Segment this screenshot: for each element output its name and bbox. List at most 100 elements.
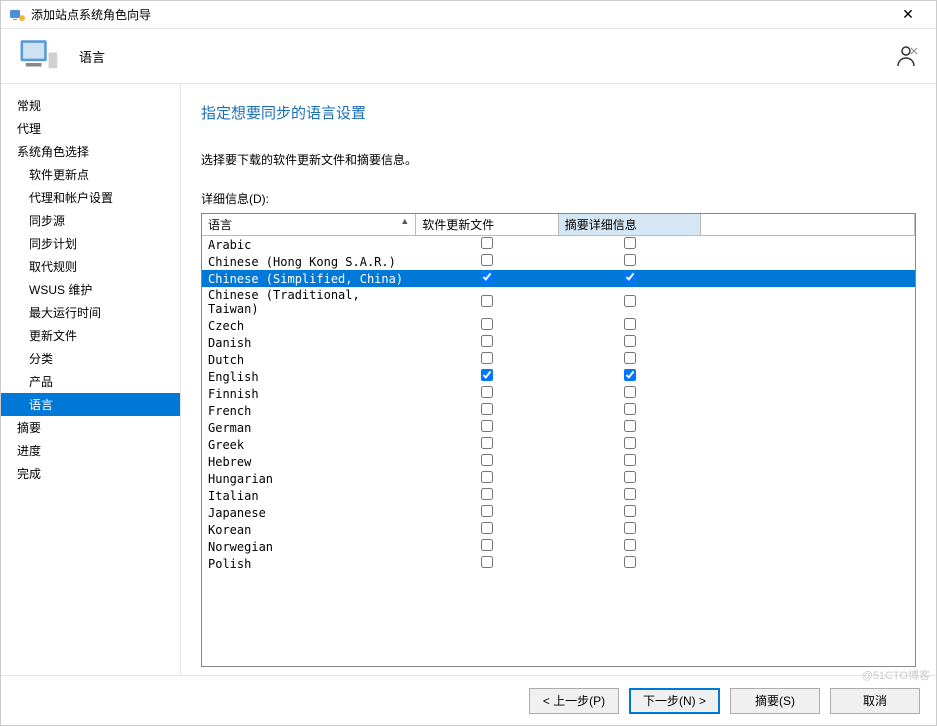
table-row[interactable]: Polish — [202, 555, 915, 572]
files-checkbox[interactable] — [481, 386, 493, 398]
col-files[interactable]: 软件更新文件 — [416, 214, 559, 236]
files-checkbox[interactable] — [481, 271, 493, 283]
table-row[interactable]: Hungarian — [202, 470, 915, 487]
table-row[interactable]: Italian — [202, 487, 915, 504]
summary-checkbox[interactable] — [624, 369, 636, 381]
table-row[interactable]: Danish — [202, 334, 915, 351]
summary-button[interactable]: 摘要(S) — [730, 688, 820, 714]
lang-cell: Czech — [202, 317, 416, 334]
prev-button[interactable]: < 上一步(P) — [529, 688, 619, 714]
table-row[interactable]: Japanese — [202, 504, 915, 521]
col-language[interactable]: 语言▲ — [202, 214, 416, 236]
table-row[interactable]: Dutch — [202, 351, 915, 368]
table-row[interactable]: Chinese (Traditional, Taiwan) — [202, 287, 915, 317]
col-spacer — [701, 214, 915, 236]
lang-cell: Korean — [202, 521, 416, 538]
summary-checkbox[interactable] — [624, 271, 636, 283]
table-row[interactable]: German — [202, 419, 915, 436]
files-checkbox[interactable] — [481, 254, 493, 266]
detail-label: 详细信息(D): — [201, 190, 916, 207]
summary-checkbox[interactable] — [624, 403, 636, 415]
sidebar-item-12[interactable]: 产品 — [1, 370, 180, 393]
sidebar-item-6[interactable]: 同步计划 — [1, 232, 180, 255]
sidebar-item-2[interactable]: 系统角色选择 — [1, 140, 180, 163]
files-checkbox[interactable] — [481, 403, 493, 415]
summary-checkbox[interactable] — [624, 237, 636, 249]
table-row[interactable]: Czech — [202, 317, 915, 334]
table-row[interactable]: Korean — [202, 521, 915, 538]
files-checkbox[interactable] — [481, 471, 493, 483]
sidebar-item-15[interactable]: 进度 — [1, 439, 180, 462]
close-button[interactable]: ✕ — [888, 1, 928, 28]
sidebar-item-3[interactable]: 软件更新点 — [1, 163, 180, 186]
summary-checkbox[interactable] — [624, 556, 636, 568]
table-row[interactable]: Norwegian — [202, 538, 915, 555]
sidebar-item-10[interactable]: 更新文件 — [1, 324, 180, 347]
files-checkbox[interactable] — [481, 488, 493, 500]
lang-cell: Italian — [202, 487, 416, 504]
sidebar-item-8[interactable]: WSUS 维护 — [1, 278, 180, 301]
files-checkbox[interactable] — [481, 420, 493, 432]
table-row[interactable]: Arabic — [202, 236, 915, 254]
cancel-button[interactable]: 取消 — [830, 688, 920, 714]
files-checkbox[interactable] — [481, 505, 493, 517]
body: 常规代理系统角色选择软件更新点代理和帐户设置同步源同步计划取代规则WSUS 维护… — [1, 84, 936, 675]
summary-checkbox[interactable] — [624, 471, 636, 483]
table-row[interactable]: Hebrew — [202, 453, 915, 470]
language-table: 语言▲ 软件更新文件 摘要详细信息 ArabicChinese (Hong Ko… — [202, 214, 915, 572]
table-row[interactable]: Finnish — [202, 385, 915, 402]
files-checkbox[interactable] — [481, 237, 493, 249]
next-button[interactable]: 下一步(N) > — [629, 688, 720, 714]
summary-checkbox[interactable] — [624, 335, 636, 347]
footer: < 上一步(P) 下一步(N) > 摘要(S) 取消 — [1, 675, 936, 725]
files-checkbox[interactable] — [481, 556, 493, 568]
files-checkbox[interactable] — [481, 352, 493, 364]
files-checkbox[interactable] — [481, 335, 493, 347]
table-row[interactable]: French — [202, 402, 915, 419]
table-scroll[interactable]: 语言▲ 软件更新文件 摘要详细信息 ArabicChinese (Hong Ko… — [202, 214, 915, 666]
sidebar-item-14[interactable]: 摘要 — [1, 416, 180, 439]
summary-cell — [558, 317, 701, 334]
files-checkbox[interactable] — [481, 454, 493, 466]
sidebar-item-11[interactable]: 分类 — [1, 347, 180, 370]
summary-checkbox[interactable] — [624, 505, 636, 517]
table-row[interactable]: Chinese (Hong Kong S.A.R.) — [202, 253, 915, 270]
sidebar-item-13[interactable]: 语言 — [1, 393, 180, 416]
files-checkbox[interactable] — [481, 437, 493, 449]
summary-checkbox[interactable] — [624, 254, 636, 266]
sidebar-item-0[interactable]: 常规 — [1, 94, 180, 117]
sidebar-item-16[interactable]: 完成 — [1, 462, 180, 485]
summary-cell — [558, 236, 701, 254]
sidebar-item-1[interactable]: 代理 — [1, 117, 180, 140]
files-checkbox[interactable] — [481, 522, 493, 534]
files-checkbox[interactable] — [481, 295, 493, 307]
lang-cell: English — [202, 368, 416, 385]
sidebar-item-7[interactable]: 取代规则 — [1, 255, 180, 278]
summary-cell — [558, 287, 701, 317]
sidebar-item-4[interactable]: 代理和帐户设置 — [1, 186, 180, 209]
summary-cell — [558, 385, 701, 402]
summary-cell — [558, 368, 701, 385]
table-row[interactable]: Greek — [202, 436, 915, 453]
lang-cell: Norwegian — [202, 538, 416, 555]
col-summary[interactable]: 摘要详细信息 — [558, 214, 701, 236]
sidebar-item-9[interactable]: 最大运行时间 — [1, 301, 180, 324]
summary-checkbox[interactable] — [624, 420, 636, 432]
sidebar-item-5[interactable]: 同步源 — [1, 209, 180, 232]
summary-cell — [558, 270, 701, 287]
table-row[interactable]: Chinese (Simplified, China) — [202, 270, 915, 287]
summary-checkbox[interactable] — [624, 488, 636, 500]
files-checkbox[interactable] — [481, 539, 493, 551]
summary-checkbox[interactable] — [624, 386, 636, 398]
summary-checkbox[interactable] — [624, 352, 636, 364]
summary-checkbox[interactable] — [624, 318, 636, 330]
summary-checkbox[interactable] — [624, 295, 636, 307]
summary-checkbox[interactable] — [624, 539, 636, 551]
files-checkbox[interactable] — [481, 369, 493, 381]
summary-checkbox[interactable] — [624, 437, 636, 449]
summary-checkbox[interactable] — [624, 454, 636, 466]
files-checkbox[interactable] — [481, 318, 493, 330]
instruction-text: 选择要下载的软件更新文件和摘要信息。 — [201, 151, 916, 168]
summary-checkbox[interactable] — [624, 522, 636, 534]
table-row[interactable]: English — [202, 368, 915, 385]
